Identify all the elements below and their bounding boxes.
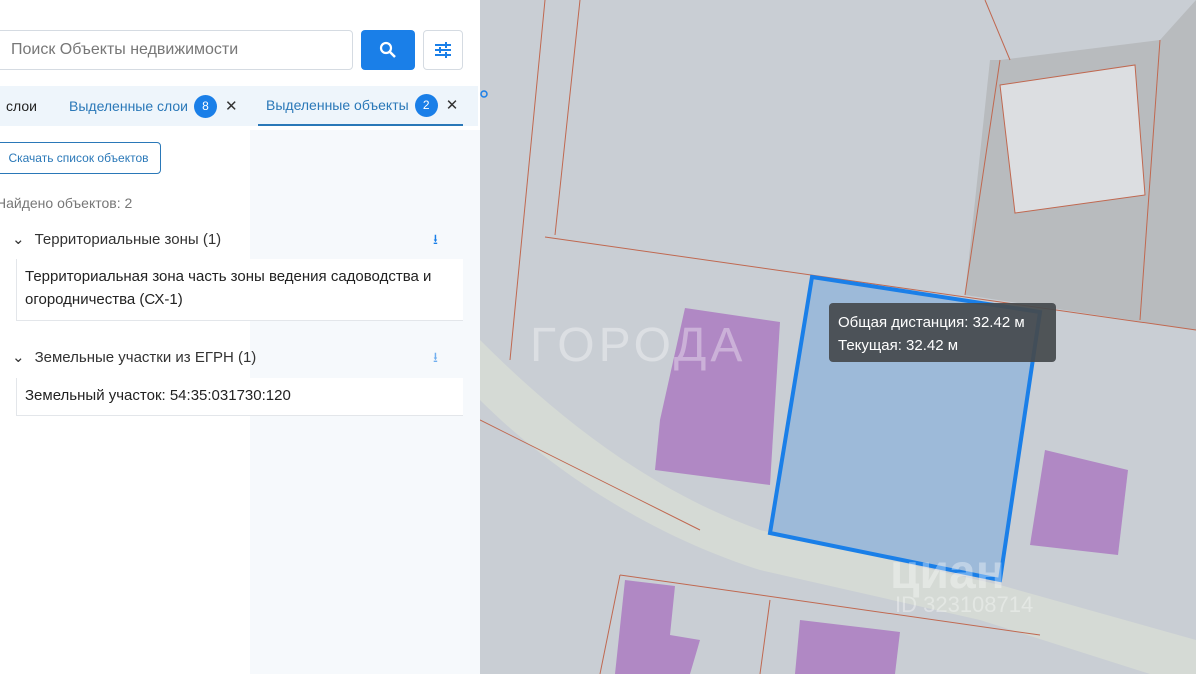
watermark-cian-id: ID 323108714: [895, 592, 1034, 617]
search-input[interactable]: Поиск Объекты недвижимости: [0, 30, 353, 70]
tab-selected-layers[interactable]: Выделенные слои 8 ✕: [69, 86, 238, 126]
measure-tooltip: Общая дистанция: 32.42 м Текущая: 32.42 …: [829, 303, 1056, 362]
chevron-down-icon: ⌄: [12, 231, 25, 248]
download-icon[interactable]: ⭳: [433, 229, 438, 253]
watermark-gorod: ГОРОДА: [530, 319, 747, 372]
sliders-icon: [435, 42, 451, 58]
filter-button[interactable]: [423, 30, 463, 70]
search-icon: [379, 41, 396, 58]
chevron-down-icon: ⌄: [12, 349, 25, 366]
tab-label: Выделенные слои: [69, 98, 188, 114]
current-distance: Текущая: 32.42 м: [838, 337, 959, 354]
group-title: Территориальные зоны (1): [34, 230, 222, 248]
download-list-button[interactable]: Скачать список объектов: [0, 142, 161, 174]
tab-label: слои: [6, 98, 37, 114]
side-panel: Поиск Объекты недвижимости слои Выделенн…: [0, 0, 480, 674]
download-icon[interactable]: ⭳: [433, 347, 438, 371]
list-item[interactable]: Территориальная зона часть зоны ведения …: [16, 259, 463, 321]
tab-label: Выделенные объекты: [266, 97, 409, 113]
list-item[interactable]: Земельный участок: 54:35:031730:120: [16, 378, 463, 416]
found-count: Найдено объектов: 2: [0, 195, 133, 211]
close-icon[interactable]: ✕: [225, 97, 238, 115]
tab-bar: слои Выделенные слои 8 ✕ Выделенные объект…: [0, 86, 478, 126]
search-button[interactable]: [361, 30, 415, 70]
tab-selected-objects[interactable]: Выделенные объекты 2 ✕: [258, 86, 463, 126]
tab-layers[interactable]: слои: [6, 86, 37, 126]
group-header[interactable]: ⌄ Территориальные зоны (1): [12, 230, 222, 249]
total-distance: Общая дистанция: 32.42 м: [838, 314, 1025, 331]
group-header[interactable]: ⌄ Земельные участки из ЕГРН (1): [12, 348, 257, 367]
group-title: Земельные участки из ЕГРН (1): [34, 348, 257, 366]
close-icon[interactable]: ✕: [446, 96, 459, 114]
count-badge: 2: [414, 93, 438, 117]
count-badge: 8: [193, 94, 217, 118]
